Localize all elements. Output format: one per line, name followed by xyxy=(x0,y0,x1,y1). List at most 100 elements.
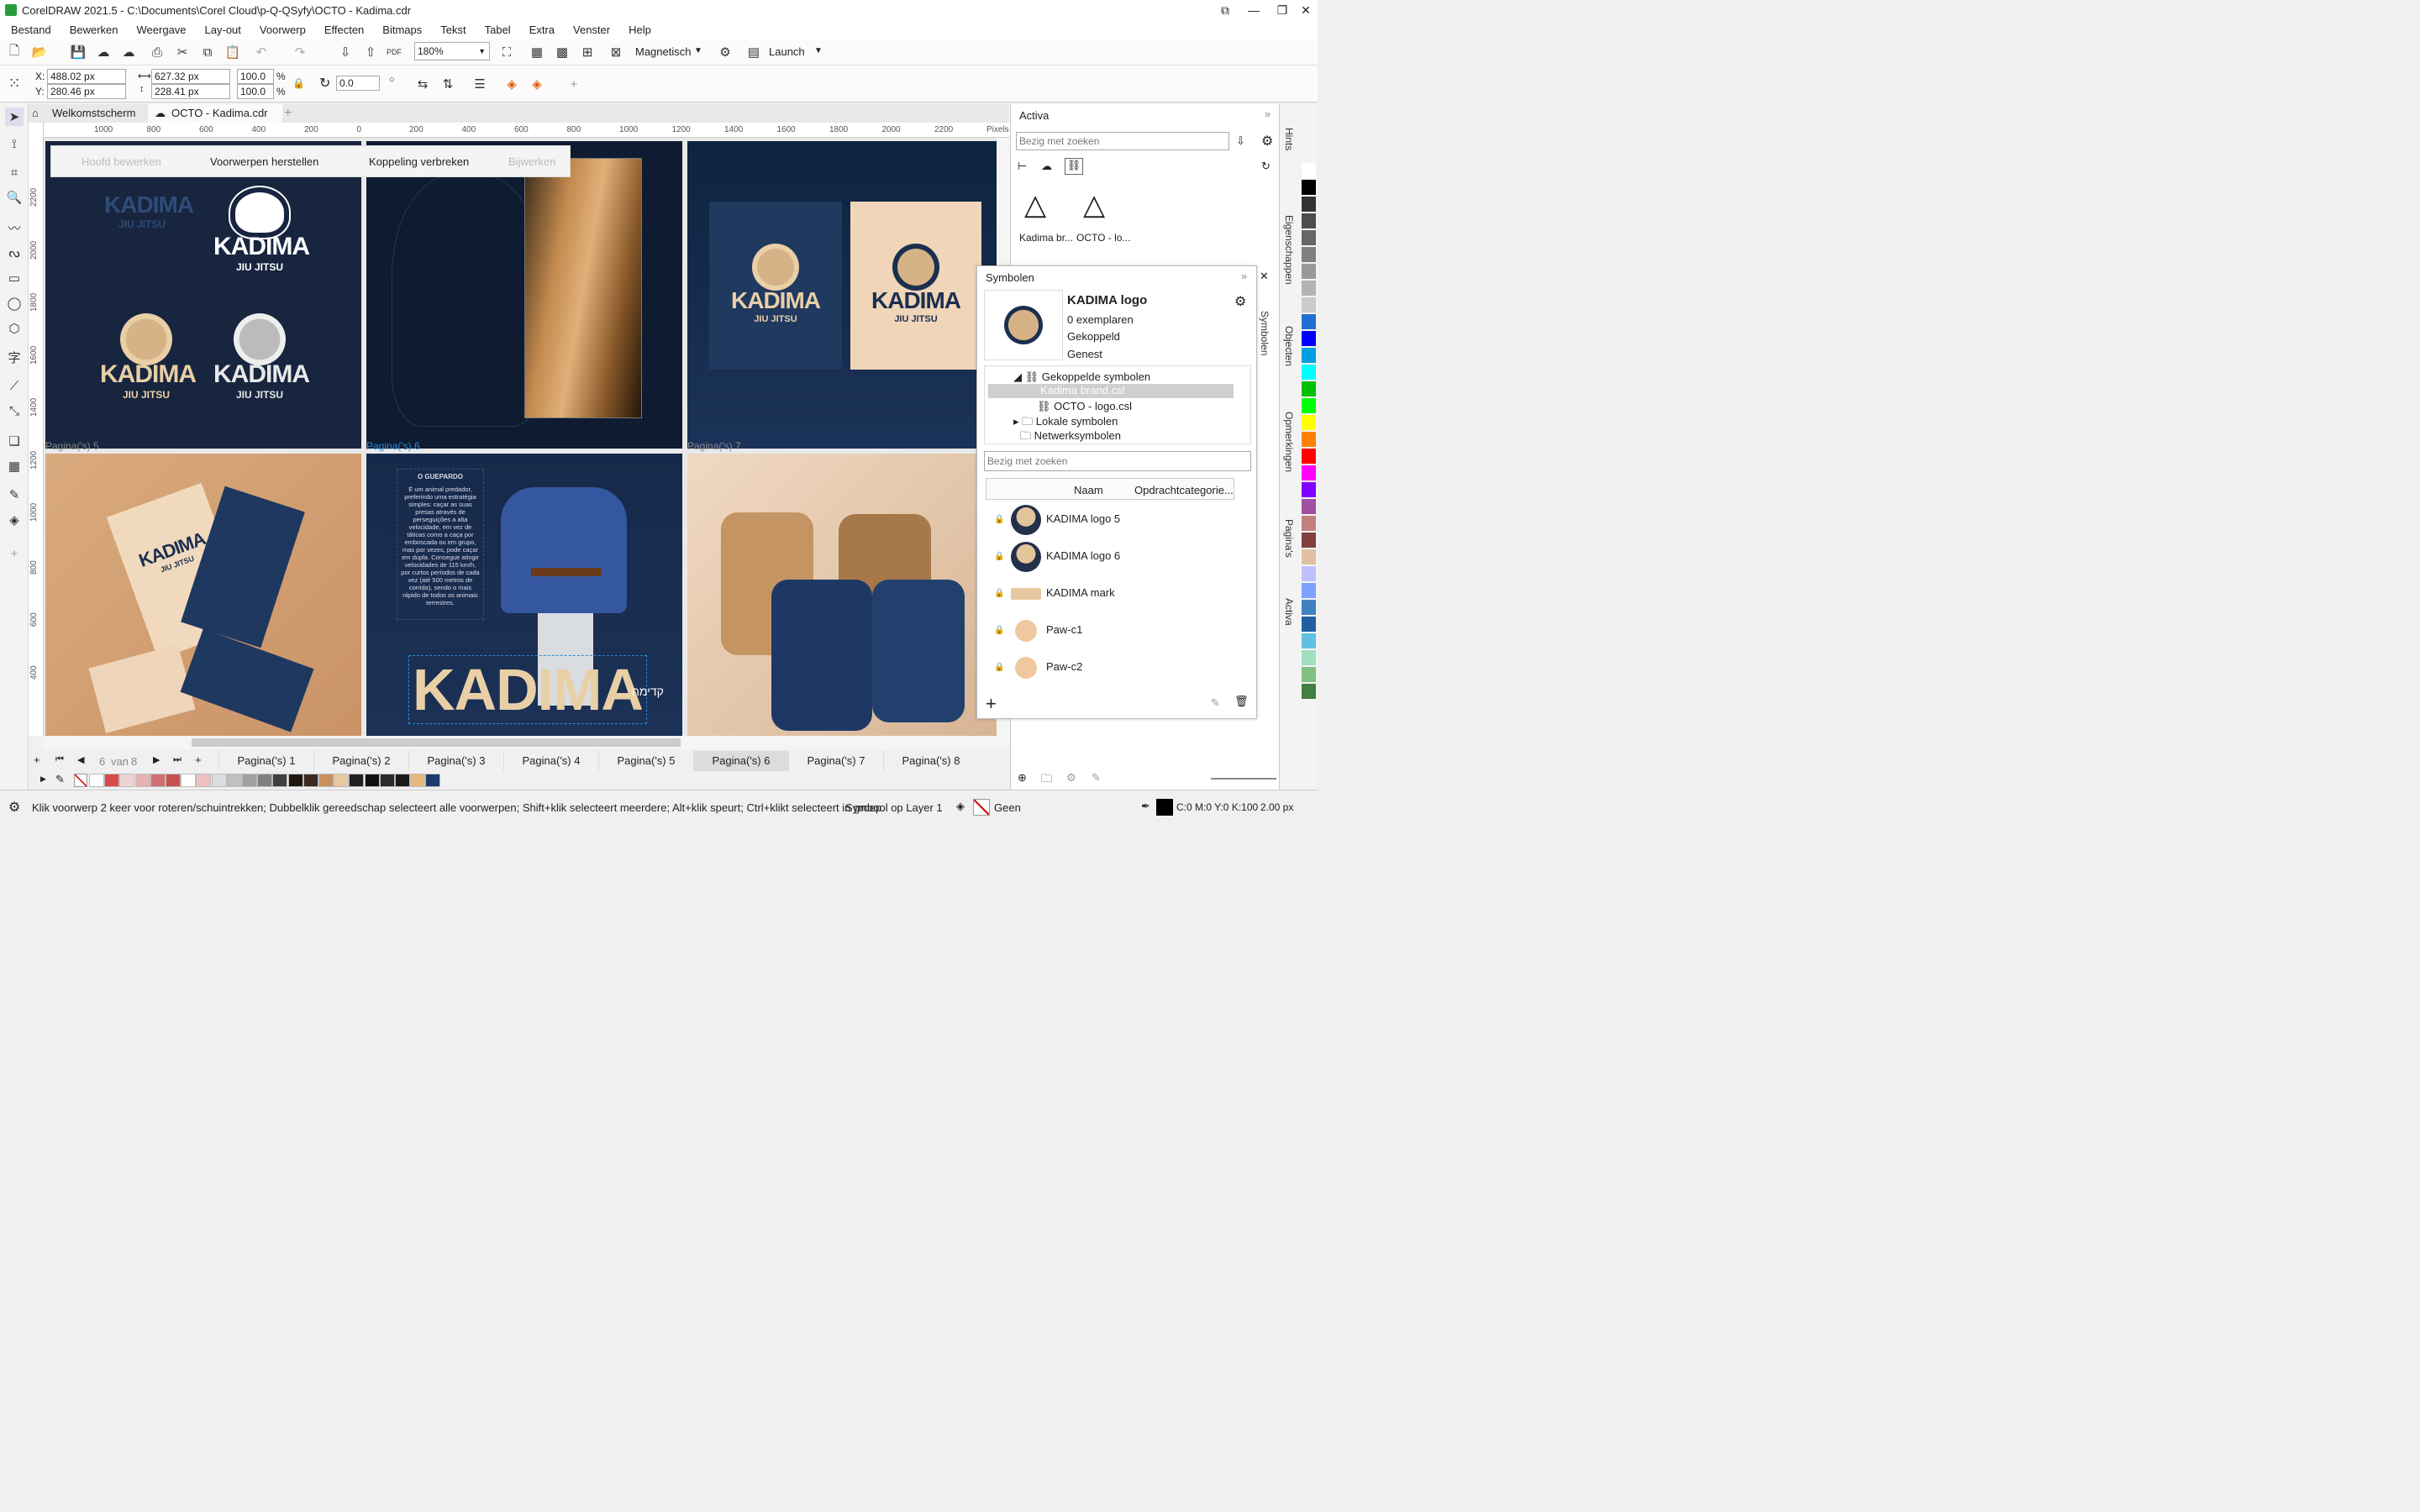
settings-icon[interactable]: ⚙ xyxy=(1066,771,1076,785)
close-button[interactable]: ✕ xyxy=(1291,0,1321,20)
scroll-thumb[interactable] xyxy=(192,738,681,747)
symbol-list-item[interactable]: 🔒 KADIMA logo 6 xyxy=(986,538,1238,575)
palette-color[interactable] xyxy=(1302,667,1316,682)
color-swatch[interactable] xyxy=(150,774,166,787)
symbol-list-item[interactable]: 🔒 KADIMA mark xyxy=(986,575,1238,612)
horizontal-ruler[interactable]: 1000 800 600 400 200 0 200 400 600 800 1000 1200 140… xyxy=(44,123,1010,138)
eyedropper-icon[interactable]: ✎ xyxy=(5,486,24,504)
mirror-h-icon[interactable]: ⇆ xyxy=(413,75,432,93)
tree-view-icon[interactable]: ⊢ xyxy=(1018,160,1027,173)
symbol-list-item[interactable]: 🔒 KADIMA logo 5 xyxy=(986,501,1238,538)
palette-color[interactable] xyxy=(1302,365,1316,380)
redo-icon[interactable]: ↷ xyxy=(291,43,309,61)
tab-activa[interactable]: Activa xyxy=(1283,598,1295,626)
minimize-button[interactable]: — xyxy=(1239,0,1269,20)
drop-shadow-icon[interactable]: ❏ xyxy=(5,432,24,450)
page-tab[interactable]: Pagina('s) 8 xyxy=(883,751,978,771)
color-swatch[interactable] xyxy=(395,774,410,787)
color-swatch[interactable] xyxy=(211,774,227,787)
color-swatch[interactable] xyxy=(364,774,380,787)
color-swatch[interactable] xyxy=(379,774,395,787)
expand-icon[interactable]: » xyxy=(1265,108,1270,120)
color-swatch[interactable] xyxy=(272,774,288,787)
edit-icon[interactable]: ✎ xyxy=(1211,696,1220,710)
lock-ratio-icon[interactable]: 🔒 xyxy=(292,77,305,89)
palette-color[interactable] xyxy=(1302,533,1316,548)
link-icon[interactable]: ⛓ xyxy=(1065,158,1083,175)
first-page-icon[interactable]: ⏮ xyxy=(55,754,64,765)
interactive-fill-icon[interactable]: ◈ xyxy=(5,511,24,529)
palette-color[interactable] xyxy=(1302,314,1316,329)
transparency-tool-icon[interactable]: ▦ xyxy=(5,457,24,475)
print-icon[interactable]: ⎙ xyxy=(148,43,166,61)
page-tab[interactable]: Pagina('s) 7 xyxy=(788,751,883,771)
size-slider[interactable] xyxy=(1211,778,1276,780)
launch-icon[interactable]: ▤ xyxy=(744,43,763,61)
palette-color[interactable] xyxy=(1302,163,1316,178)
page-tab[interactable]: Pagina('s) 6 xyxy=(693,751,788,771)
page-6-kimono-artwork[interactable]: O GUEPARDO É um animal predador, preferi… xyxy=(366,454,682,736)
menu-extra[interactable]: Extra xyxy=(518,24,562,36)
page-tab[interactable]: Pagina('s) 3 xyxy=(408,751,503,771)
color-swatch[interactable] xyxy=(257,774,273,787)
zoom-page-icon[interactable]: ⛶ xyxy=(497,43,516,61)
new-document-icon[interactable]: 🗋 xyxy=(5,43,24,61)
edit-master-button[interactable]: Hoofd bewerken xyxy=(82,155,161,168)
color-swatch[interactable] xyxy=(166,774,181,787)
rulers-icon[interactable]: ▦ xyxy=(528,43,546,61)
palette-color[interactable] xyxy=(1302,381,1316,396)
current-page[interactable]: 6 xyxy=(99,755,105,768)
tree-item-kadima-brand[interactable]: Kadima brand.csl xyxy=(988,384,1234,398)
tree-item-linked[interactable]: ◢ ⛓ Gekoppelde symbolen xyxy=(1013,370,1150,384)
palette-color[interactable] xyxy=(1302,549,1316,564)
gear-icon[interactable]: ⚙ xyxy=(1234,293,1246,310)
new-tab-icon[interactable]: + xyxy=(284,106,292,121)
col-category-header[interactable]: Opdrachtcategorie... xyxy=(1134,484,1234,496)
palette-color[interactable] xyxy=(1302,449,1316,464)
tab-comments[interactable]: Opmerkingen xyxy=(1283,412,1295,472)
palette-color[interactable] xyxy=(1302,499,1316,514)
palette-color[interactable] xyxy=(1302,297,1316,312)
copy-icon[interactable]: ⧉ xyxy=(198,43,217,61)
page-7-artwork[interactable]: KADIMA JIU JITSU KADIMA JIU JITSU xyxy=(687,141,997,449)
tab-objects[interactable]: Objecten xyxy=(1283,326,1295,366)
zoom-level-select[interactable]: 180% ▼ xyxy=(414,42,490,60)
tab-properties[interactable]: Eigenschappen xyxy=(1283,215,1295,285)
no-color-swatch[interactable] xyxy=(74,774,87,787)
chevron-down-icon[interactable]: ▼ xyxy=(814,46,823,55)
palette-color[interactable] xyxy=(1302,465,1316,480)
menu-venster[interactable]: Venster xyxy=(562,24,618,36)
palette-color[interactable] xyxy=(1302,281,1316,296)
tab-pages[interactable]: Pagina's xyxy=(1283,519,1295,558)
palette-color[interactable] xyxy=(1302,331,1316,346)
download-icon[interactable]: ⇩ xyxy=(1236,134,1245,148)
color-swatch[interactable] xyxy=(89,774,104,787)
color-swatch[interactable] xyxy=(425,774,441,787)
guidelines-icon[interactable]: ⊞ xyxy=(578,43,597,61)
folder-icon[interactable]: 🗀 xyxy=(1041,771,1052,790)
page-tab[interactable]: Pagina('s) 5 xyxy=(598,751,693,771)
menu-effecten[interactable]: Effecten xyxy=(313,24,371,36)
save-icon[interactable]: 💾 xyxy=(69,43,87,61)
palette-color[interactable] xyxy=(1302,633,1316,648)
cut-icon[interactable]: ✂ xyxy=(173,43,192,61)
horizontal-scrollbar[interactable] xyxy=(44,736,1010,749)
rectangle-tool-icon[interactable]: ▭ xyxy=(5,269,24,287)
color-swatch[interactable] xyxy=(242,774,257,787)
menu-help[interactable]: Help xyxy=(618,24,659,36)
color-swatch[interactable] xyxy=(287,774,303,787)
scale-x-field[interactable]: 100.0 xyxy=(237,69,274,84)
edit-icon[interactable]: ✎ xyxy=(1092,771,1101,785)
cloud-download-icon[interactable]: ☁ xyxy=(94,43,113,61)
palette-color[interactable] xyxy=(1302,684,1316,699)
palette-color[interactable] xyxy=(1302,213,1316,228)
restore-icon[interactable]: ⧉ xyxy=(1210,0,1240,20)
color-swatch[interactable] xyxy=(226,774,242,787)
menu-layout[interactable]: Lay-out xyxy=(194,24,249,36)
tree-item-octo-logo[interactable]: ⛓ OCTO - logo.csl xyxy=(1037,400,1132,413)
undo-icon[interactable]: ↶ xyxy=(252,43,271,61)
drawing-canvas[interactable]: KADIMA JIU JITSU KADIMA JIU JITSU KADIMA… xyxy=(44,138,997,736)
tree-item-network[interactable]: 🗀 Netwerksymbolen xyxy=(1020,428,1121,447)
pick-tool-icon[interactable]: ➤ xyxy=(5,108,24,126)
snap-off-icon[interactable]: ⊠ xyxy=(607,43,625,61)
